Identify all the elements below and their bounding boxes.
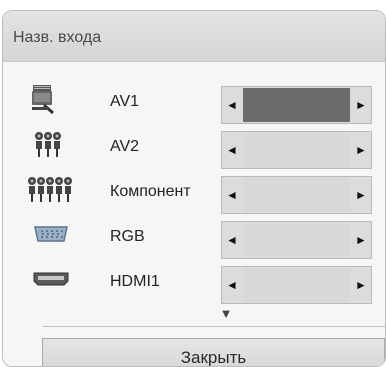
input-label: AV2: [110, 138, 140, 155]
scart-icon: [32, 85, 54, 114]
right-arrow-icon[interactable]: ►: [351, 267, 371, 303]
input-row-av1: AV1 ◄ ►: [3, 78, 385, 124]
selector-value: [243, 268, 350, 302]
input-label: AV1: [110, 93, 140, 110]
selector-value: [243, 223, 350, 257]
left-arrow-icon[interactable]: ◄: [222, 87, 242, 123]
input-name-selector[interactable]: ◄ ►: [221, 86, 372, 124]
close-button[interactable]: Закрыть: [42, 338, 385, 366]
input-row-av2: AV2 ◄ ►: [3, 123, 385, 169]
input-row-component: Компонент ◄ ►: [3, 168, 385, 214]
hdmi-port-icon: [33, 272, 69, 286]
right-arrow-icon[interactable]: ►: [351, 87, 371, 123]
input-label: HDMI1: [110, 273, 160, 290]
left-arrow-icon[interactable]: ◄: [222, 177, 242, 213]
input-label-dialog: Назв. входа AV1 ◄ ► AV2 ◄ ► Компонент ◄ …: [2, 10, 386, 367]
input-row-rgb: RGB ◄ ►: [3, 213, 385, 259]
selector-value: [243, 133, 350, 167]
dialog-header: Назв. входа: [3, 11, 385, 62]
divider: [43, 326, 385, 327]
right-arrow-icon[interactable]: ►: [351, 222, 371, 258]
left-arrow-icon[interactable]: ◄: [222, 132, 242, 168]
vga-port-icon: [34, 226, 68, 242]
input-name-selector[interactable]: ◄ ►: [221, 266, 372, 304]
input-name-selector[interactable]: ◄ ►: [221, 176, 372, 214]
selector-value: [243, 88, 350, 122]
input-name-selector[interactable]: ◄ ►: [221, 131, 372, 169]
right-arrow-icon[interactable]: ►: [351, 132, 371, 168]
left-arrow-icon[interactable]: ◄: [222, 222, 242, 258]
input-name-selector[interactable]: ◄ ►: [221, 221, 372, 259]
rca-component-icon: [28, 177, 72, 202]
dialog-title: Назв. входа: [13, 29, 102, 46]
right-arrow-icon[interactable]: ►: [351, 177, 371, 213]
left-arrow-icon[interactable]: ◄: [222, 267, 242, 303]
scroll-down-icon[interactable]: ▼: [219, 307, 233, 320]
rca-composite-icon: [35, 132, 61, 157]
input-label: Компонент: [110, 183, 191, 200]
input-row-hdmi1: HDMI1 ◄ ►: [3, 258, 385, 304]
input-label: RGB: [110, 228, 145, 245]
selector-value: [243, 178, 350, 212]
input-list: AV1 ◄ ► AV2 ◄ ► Компонент ◄ ► RGB ◄ ► HD…: [3, 62, 385, 366]
